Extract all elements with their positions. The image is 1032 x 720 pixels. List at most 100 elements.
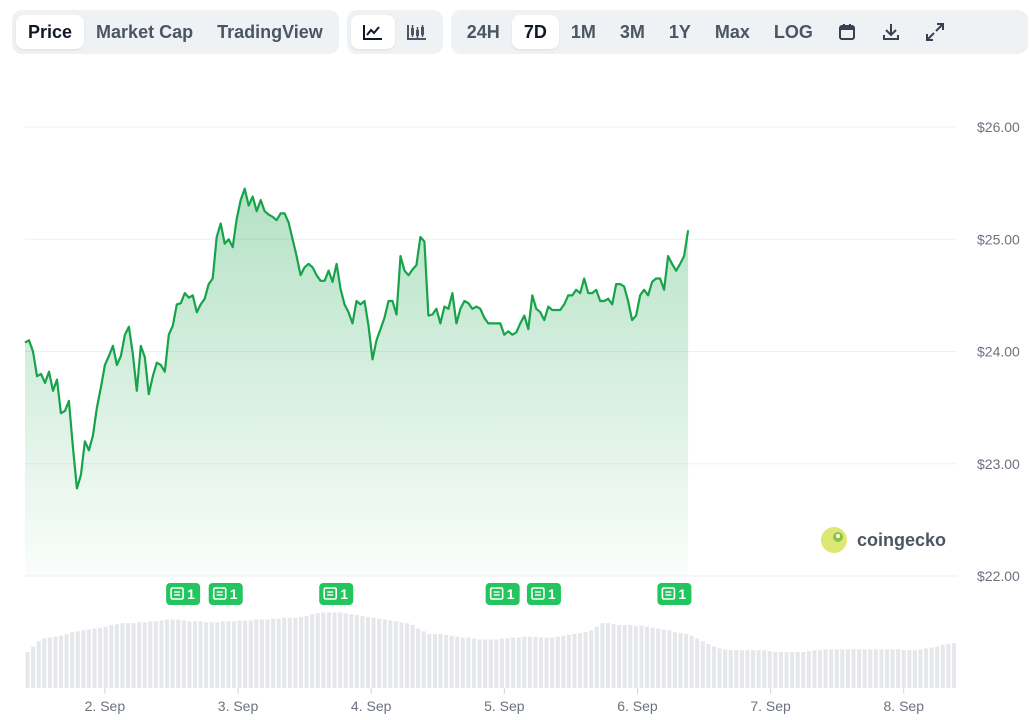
volume-bar	[739, 650, 744, 688]
volume-bar	[533, 636, 538, 688]
volume-bar	[276, 618, 281, 688]
volume-bar	[550, 637, 555, 688]
volume-bar	[661, 629, 666, 688]
tab-tradingview[interactable]: TradingView	[205, 15, 335, 49]
download-button[interactable]	[869, 15, 913, 49]
news-marker[interactable]: 1	[166, 583, 201, 605]
volume-bar	[187, 621, 192, 688]
volume-bar	[81, 630, 86, 688]
volume-bar	[42, 638, 47, 688]
date-range-button[interactable]	[825, 15, 869, 49]
news-marker[interactable]: 1	[657, 583, 692, 605]
y-tick-label: $26.00	[977, 119, 1020, 135]
y-tick-label: $23.00	[977, 456, 1020, 472]
volume-bar	[790, 652, 795, 688]
volume-bar	[940, 644, 945, 688]
news-marker[interactable]: 1	[485, 583, 520, 605]
line-chart-icon	[362, 25, 382, 40]
volume-bar	[672, 632, 677, 688]
fullscreen-button[interactable]	[913, 15, 957, 49]
log-scale-toggle[interactable]: LOG	[762, 15, 825, 49]
volume-bar	[650, 627, 655, 688]
volume-bar	[159, 620, 164, 688]
volume-bar	[338, 612, 343, 688]
volume-bar	[678, 633, 683, 688]
volume-bar	[114, 624, 119, 688]
volume-bar	[572, 634, 577, 688]
volume-bar	[884, 649, 890, 688]
x-tick-label: 3. Sep	[218, 698, 259, 714]
volume-bar	[734, 650, 739, 688]
volume-bar	[416, 628, 421, 688]
range-7d[interactable]: 7D	[511, 15, 559, 49]
volume-bar	[583, 632, 588, 688]
tab-price[interactable]: Price	[16, 15, 85, 49]
volume-bar	[840, 649, 845, 688]
volume-bar	[611, 624, 616, 688]
volume-bar	[617, 625, 622, 688]
volume-bar	[633, 625, 638, 688]
volume-bar	[896, 649, 901, 688]
range-max[interactable]: Max	[703, 15, 762, 49]
volume-bar	[455, 636, 460, 688]
volume-bar	[644, 626, 650, 688]
range-1y[interactable]: 1Y	[657, 15, 703, 49]
x-tick-label: 6. Sep	[617, 698, 658, 714]
volume-bar	[516, 637, 521, 688]
volume-bar	[120, 623, 125, 688]
volume-bar	[639, 625, 644, 688]
volume-bar	[125, 623, 131, 688]
volume-bar	[756, 650, 761, 688]
volume-bar	[53, 636, 58, 688]
volume-bar	[137, 622, 142, 688]
volume-bar	[176, 619, 181, 688]
volume-bar	[304, 616, 309, 688]
volume-bar	[912, 650, 917, 688]
volume-bar	[231, 621, 237, 688]
volume-bar	[103, 626, 108, 688]
news-marker[interactable]: 1	[208, 583, 243, 605]
tab-market-cap[interactable]: Market Cap	[84, 15, 205, 49]
news-count: 1	[548, 586, 556, 602]
volume-bar	[689, 635, 694, 688]
candlestick-chart-button[interactable]	[395, 15, 439, 49]
volume-bar	[901, 650, 906, 688]
volume-bar	[667, 630, 672, 688]
range-24h[interactable]: 24H	[455, 15, 512, 49]
volume-bar	[371, 617, 376, 688]
range-3m[interactable]: 3M	[608, 15, 657, 49]
news-count: 1	[187, 586, 195, 602]
volume-bar	[801, 652, 806, 688]
x-tick-label: 2. Sep	[85, 698, 126, 714]
price-chart: $26.00 $25.00 $24.00 $23.00 $22.00 1 1 1 1 1 1 2.…	[24, 119, 1020, 714]
coingecko-watermark: coingecko	[821, 527, 946, 553]
news-marker[interactable]: 1	[319, 583, 354, 605]
volume-bar	[873, 649, 878, 688]
volume-bar	[918, 649, 923, 688]
volume-bar	[354, 615, 359, 688]
x-tick-label: 5. Sep	[484, 698, 525, 714]
volume-bar	[929, 647, 934, 688]
volume-bar	[360, 616, 365, 688]
volume-bar	[817, 650, 823, 688]
volume-bar	[628, 625, 633, 688]
volume-bar	[695, 638, 700, 688]
volume-bar	[706, 643, 711, 688]
expand-icon	[925, 23, 944, 41]
volume-bar	[410, 625, 415, 688]
volume-bar	[248, 620, 253, 688]
range-1m[interactable]: 1M	[559, 15, 608, 49]
volume-bar	[505, 638, 510, 688]
volume-bar	[527, 636, 532, 688]
y-tick-label: $24.00	[977, 344, 1020, 360]
volume-bar	[209, 622, 214, 688]
volume-bar	[879, 649, 884, 688]
news-markers[interactable]: 1 1 1 1 1 1	[166, 583, 692, 605]
line-chart-button[interactable]	[350, 15, 395, 49]
y-tick-label: $25.00	[977, 231, 1020, 247]
volume-bar	[204, 622, 209, 688]
volume-bar	[829, 649, 834, 688]
news-marker[interactable]: 1	[526, 583, 561, 605]
download-icon	[882, 24, 899, 40]
volume-bar	[444, 634, 449, 688]
